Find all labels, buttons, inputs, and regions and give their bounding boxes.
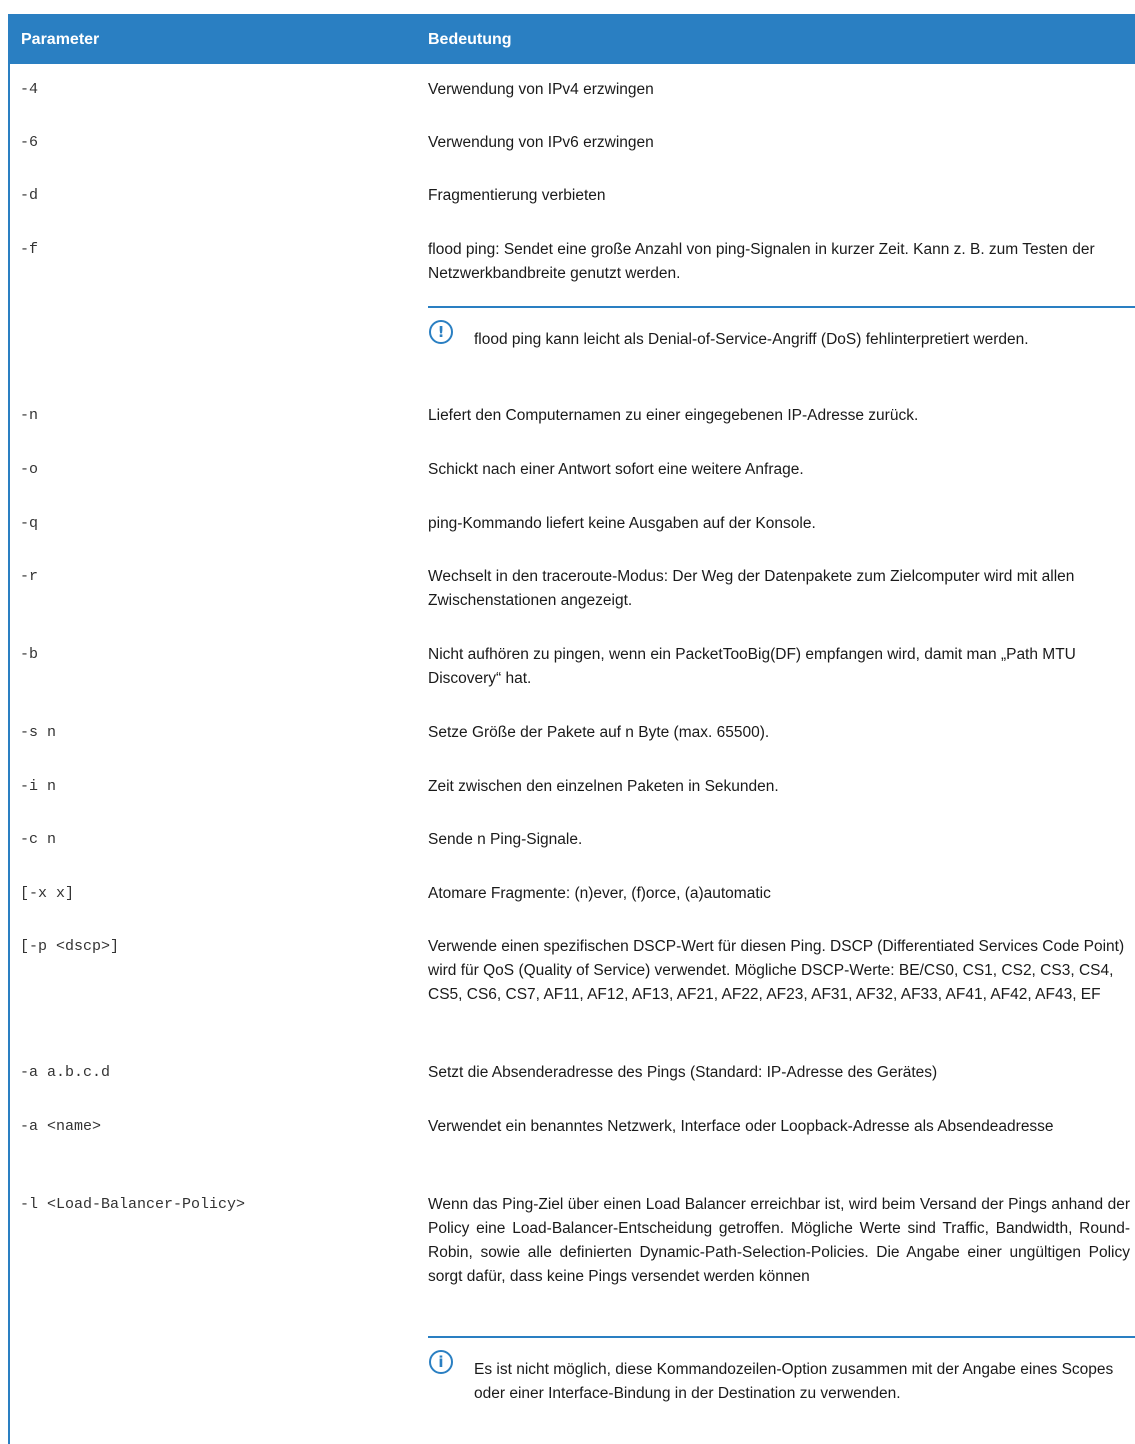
note-divider [428, 1336, 1135, 1338]
description-cell: Nicht aufhören zu pingen, wenn ein Packe… [428, 646, 1076, 687]
param-cell: -o [20, 461, 39, 478]
description-cell: Setze Größe der Pakete auf n Byte (max. … [428, 724, 770, 741]
description-cell: Sende n Ping-Signale. [428, 831, 583, 848]
description-cell: Wenn das Ping-Ziel über einen Load Balan… [428, 1196, 1130, 1285]
warning-icon: ! [429, 320, 453, 344]
description-cell: Verwendet ein benanntes Netzwerk, Interf… [428, 1118, 1054, 1135]
description-cell: Fragmentierung verbieten [428, 187, 606, 204]
description-cell: Schickt nach einer Antwort sofort eine w… [428, 461, 804, 478]
param-cell: -d [20, 187, 39, 204]
param-cell: [-p <dscp>] [20, 938, 120, 955]
param-cell: -c n [20, 831, 57, 848]
description-cell: flood ping: Sendet eine große Anzahl von… [428, 241, 1095, 282]
description-cell: Zeit zwischen den einzelnen Paketen in S… [428, 778, 779, 795]
param-cell: -b [20, 646, 39, 663]
param-cell: -4 [20, 81, 39, 98]
description-cell: ping-Kommando liefert keine Ausgaben auf… [428, 515, 816, 532]
description-cell: Verwende einen spezifischen DSCP-Wert fü… [428, 938, 1125, 1003]
info-note: Es ist nicht möglich, diese Kommandozeil… [474, 1361, 1114, 1402]
param-cell: -q [20, 515, 39, 532]
description-cell: Setzt die Absenderadresse des Pings (Sta… [428, 1064, 938, 1081]
table-header: Parameter Bedeutung [8, 14, 1135, 64]
param-cell: -6 [20, 134, 39, 151]
warning-note: flood ping kann leicht als Denial-of-Ser… [474, 331, 1029, 348]
description-cell: Verwendung von IPv4 erzwingen [428, 81, 654, 98]
table-left-border [8, 14, 10, 1444]
description-cell: Atomare Fragmente: (n)ever, (f)orce, (a)… [428, 885, 771, 902]
param-cell: -n [20, 407, 39, 424]
param-cell: -a a.b.c.d [20, 1064, 111, 1081]
info-icon: i [429, 1350, 453, 1374]
description-cell: Liefert den Computernamen zu einer einge… [428, 407, 919, 424]
column-header-parameter: Parameter [21, 31, 100, 48]
description-cell: Wechselt in den traceroute-Modus: Der We… [428, 568, 1075, 609]
param-cell: -f [20, 241, 39, 258]
param-cell: -r [20, 568, 39, 585]
column-header-meaning: Bedeutung [428, 31, 512, 48]
param-cell: [-x x] [20, 885, 75, 902]
param-cell: -s n [20, 724, 57, 741]
description-cell: Verwendung von IPv6 erzwingen [428, 134, 654, 151]
note-divider [428, 306, 1135, 308]
param-cell: -l <Load-Balancer-Policy> [20, 1196, 246, 1213]
param-cell: -i n [20, 778, 57, 795]
param-cell: -a <name> [20, 1118, 102, 1135]
